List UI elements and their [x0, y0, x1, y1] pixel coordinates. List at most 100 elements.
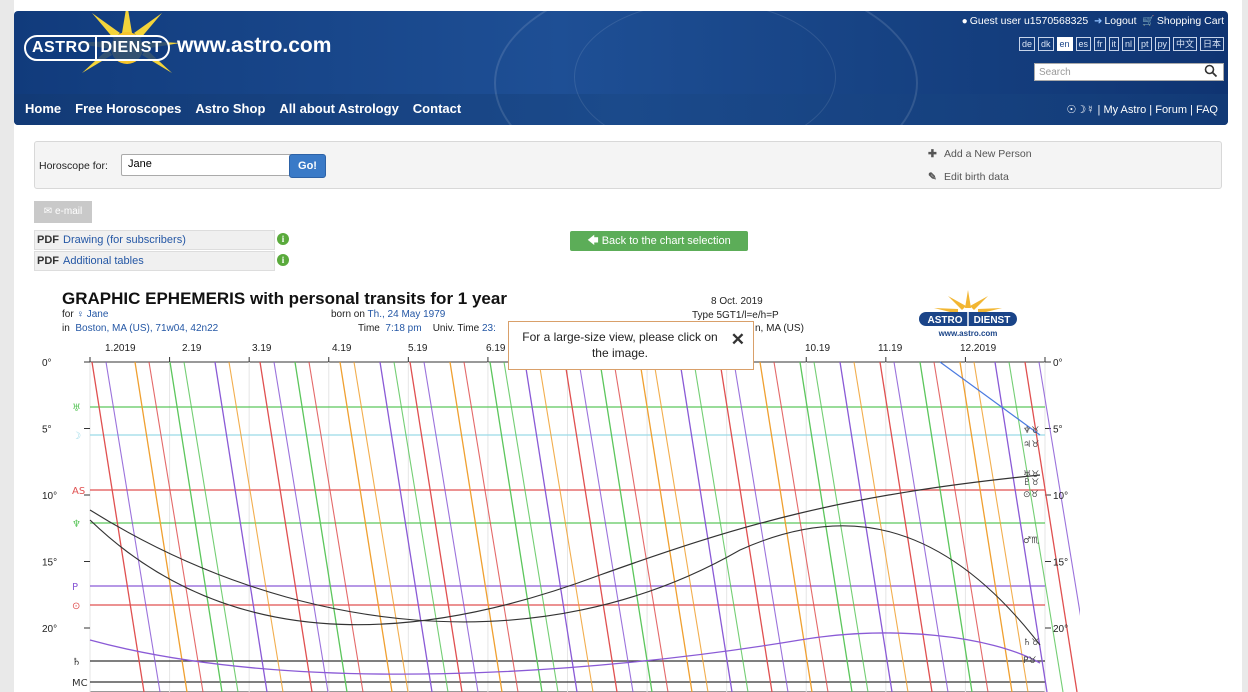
horoscope-selector-panel: Horoscope for: Jane ▼ Go! ✚ Add a New Per… [34, 141, 1222, 189]
info-icon[interactable]: i [277, 233, 289, 245]
month-label: 12.2019 [960, 343, 997, 354]
ephemeris-time: Time 7:18 pm Univ. Time 23: [358, 323, 496, 334]
ut-label: Univ. Time [432, 323, 480, 334]
site-url[interactable]: www.astro.com [177, 34, 331, 58]
birth-place: Boston, MA (US), 71w04, 42n22 [75, 323, 219, 334]
language-option[interactable]: ру [1154, 37, 1170, 51]
back-label: Back to the chart selection [601, 235, 731, 247]
language-option[interactable]: dk [1037, 37, 1054, 51]
language-option[interactable]: pt [1138, 37, 1152, 51]
envelope-icon: ✉ [43, 206, 53, 217]
language-option[interactable]: 中文 [1172, 37, 1197, 51]
email-button[interactable]: ✉ e-mail [34, 201, 92, 223]
edit-birth-data-link[interactable]: ✎ Edit birth data [928, 171, 1009, 183]
natal-point-label: MC [72, 678, 88, 689]
transit-symbol: ♄♉ [1023, 638, 1039, 648]
language-option[interactable]: fr [1094, 37, 1106, 51]
month-label: 3.19 [252, 343, 272, 354]
svg-text:DIENST: DIENST [974, 315, 1011, 326]
language-option[interactable]: de [1018, 37, 1035, 51]
plus-icon: ✚ [928, 148, 937, 160]
month-label: 5.19 [408, 343, 428, 354]
month-label: 11.19 [878, 343, 903, 354]
language-option[interactable]: es [1075, 37, 1092, 51]
pdf-drawing-link[interactable]: Drawing (for subscribers) [63, 234, 186, 246]
transit-symbol: ♂♏ [1023, 536, 1039, 546]
natal-point-label: ♆ [72, 519, 81, 530]
pdf-tables-link[interactable]: Additional tables [63, 255, 144, 267]
nav-item-all-about-astrology[interactable]: All about Astrology [279, 101, 398, 116]
logout-link[interactable]: Logout [1104, 15, 1136, 27]
info-icon[interactable]: i [277, 254, 289, 266]
birth-time: 7:18 pm [385, 323, 422, 334]
ephemeris-born: born on Th., 24 May 1979 [331, 309, 445, 320]
natal-point-label: ♄ [72, 657, 81, 668]
nav-link-forum[interactable]: Forum [1155, 104, 1187, 116]
user-icon: ● [961, 16, 968, 27]
site-header: ASTRO DIENST www.astro.com ● Guest user u1… [14, 11, 1228, 125]
natal-point-label: ⊙ [72, 601, 80, 612]
transit-symbol: ♆♉ [1023, 426, 1039, 436]
astrodienst-logo[interactable]: ASTRO DIENST [24, 35, 171, 61]
female-icon: ♀ [76, 309, 84, 320]
logo-text-left: ASTRO [32, 39, 91, 56]
cart-link[interactable]: Shopping Cart [1157, 15, 1224, 27]
back-to-chart-selection-button[interactable]: 🡄 Back to the chart selection [570, 231, 748, 251]
svg-text:ASTRO: ASTRO [928, 315, 963, 326]
add-person-link[interactable]: ✚ Add a New Person [928, 148, 1032, 160]
cart-icon: 🛒 [1142, 16, 1155, 27]
birth-date: Th., 24 May 1979 [367, 309, 446, 320]
transit-symbol: ♇♉ [1023, 478, 1039, 488]
pdf-label: PDF [37, 255, 59, 267]
search-input[interactable] [1034, 63, 1224, 81]
natal-point-label: AS [72, 486, 85, 497]
pdf-label: PDF [37, 234, 59, 246]
language-option[interactable]: en [1056, 37, 1073, 51]
chart-type: Type 5GT1/l=e/h=P [692, 310, 779, 321]
search-icon[interactable] [1204, 64, 1218, 78]
pdf-tables-row[interactable]: PDF Additional tables [34, 251, 275, 271]
nav-link-my-astro[interactable]: My Astro [1103, 104, 1146, 116]
go-button[interactable]: Go! [289, 154, 326, 178]
degree-label-right: 20° [1053, 624, 1068, 635]
degree-label-right: 0° [1053, 358, 1063, 369]
transit-symbol: P♉ [1023, 656, 1037, 666]
nav-item-free-horoscopes[interactable]: Free Horoscopes [75, 101, 181, 116]
edit-birth-label: Edit birth data [944, 171, 1009, 183]
logo-text-right: DIENST [100, 39, 163, 56]
nav-item-astro-shop[interactable]: Astro Shop [195, 101, 265, 116]
nav-link-faq[interactable]: FAQ [1196, 104, 1218, 116]
language-option[interactable]: nl [1122, 37, 1136, 51]
degree-label-left: 10° [42, 491, 57, 502]
nav-item-contact[interactable]: Contact [413, 101, 461, 116]
nav-right: ☉☽☿ | My Astro | Forum | FAQ [1066, 104, 1218, 116]
month-label: 1.2019 [105, 343, 136, 354]
logout-icon: ➜ [1094, 16, 1103, 27]
add-person-label: Add a New Person [944, 148, 1032, 160]
pdf-drawing-row[interactable]: PDF Drawing (for subscribers) [34, 230, 275, 250]
edit-icon: ✎ [928, 171, 937, 183]
horoscope-for-label: Horoscope for: [39, 160, 108, 172]
chart-date: 8 Oct. 2019 [711, 296, 763, 307]
language-option[interactable]: it [1108, 37, 1120, 51]
transit-symbol: ⊙♉ [1023, 490, 1039, 500]
person-select[interactable]: Jane ▼ [121, 154, 308, 176]
degree-label-left: 0° [42, 358, 52, 369]
language-option[interactable]: 日本 [1199, 37, 1224, 51]
month-label: 6.19 [486, 343, 506, 354]
nav-item-home[interactable]: Home [25, 101, 61, 116]
header-decoration [574, 11, 836, 125]
person-name[interactable]: Jane [87, 309, 109, 320]
planet-symbols-icon[interactable]: ☉☽☿ [1066, 104, 1094, 116]
ut-time: 23: [481, 323, 496, 334]
ephemeris-title: GRAPHIC EPHEMERIS with personal transits… [62, 289, 507, 308]
close-icon[interactable]: ✕ [731, 330, 745, 350]
chart-place-partial: n, MA (US) [755, 323, 804, 334]
time-label: Time [358, 323, 380, 334]
large-view-tooltip[interactable]: For a large-size view, please click on t… [508, 321, 754, 370]
ephemeris-chart[interactable]: 1.2019 2.19 3.19 4.19 5.19 6.19 10.19 11.19 12.2… [40, 335, 1080, 692]
astrodienst-badge-logo: ASTRO DIENST www.astro.com [919, 290, 1017, 338]
person-select-value: Jane [128, 158, 152, 170]
ephemeris-for: for ♀ Jane [62, 309, 108, 320]
email-label: e-mail [54, 206, 83, 217]
